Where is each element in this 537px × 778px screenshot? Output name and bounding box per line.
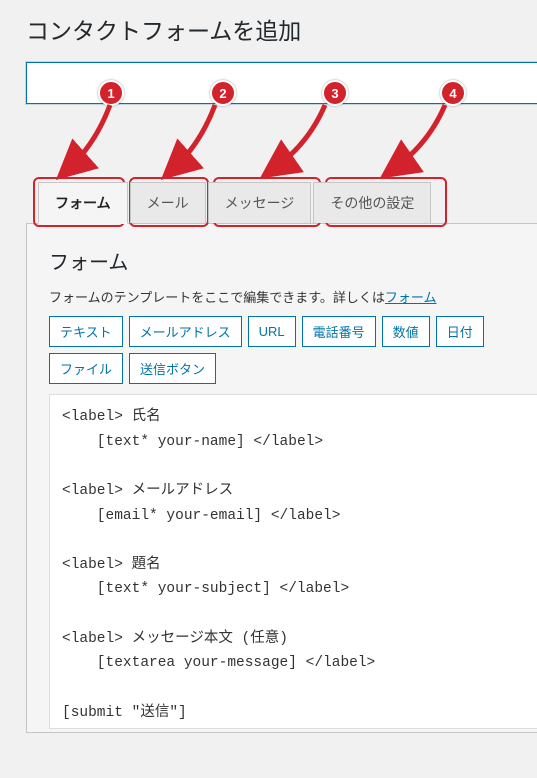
annotation-arrow-2 (160, 100, 230, 182)
panel-desc-link[interactable]: フォーム (385, 290, 437, 305)
panel-heading: フォーム (49, 246, 537, 275)
panel-form: フォーム フォームのテンプレートをここで編集できます。詳しくはフォーム テキスト… (26, 223, 537, 733)
tag-button-row: テキスト メールアドレス URL 電話番号 数値 日付 ファイル 送信ボタン (49, 316, 537, 384)
tab-mail[interactable]: メール (130, 182, 206, 223)
tag-date-button[interactable]: 日付 (436, 316, 484, 347)
tag-number-button[interactable]: 数値 (382, 316, 430, 347)
form-title-wrap (26, 62, 537, 104)
panel-description: フォームのテンプレートをここで編集できます。詳しくはフォーム (49, 287, 537, 306)
tag-url-button[interactable]: URL (248, 316, 296, 347)
tag-submit-button[interactable]: 送信ボタン (129, 353, 216, 384)
tag-email-button[interactable]: メールアドレス (129, 316, 242, 347)
panel-desc-text: フォームのテンプレートをここで編集できます。詳しくは (49, 290, 385, 305)
tab-bar: フォーム メール メッセージ その他の設定 (26, 182, 537, 223)
tab-other-settings[interactable]: その他の設定 (313, 182, 431, 223)
annotation-arrow-1 (55, 100, 125, 182)
annotation-arrow-4 (380, 100, 460, 182)
form-template-editor[interactable] (49, 394, 537, 729)
tab-messages[interactable]: メッセージ (208, 182, 312, 223)
tag-file-button[interactable]: ファイル (49, 353, 123, 384)
form-title-input[interactable] (29, 65, 535, 101)
tab-form[interactable]: フォーム (38, 182, 128, 224)
annotation-arrow-3 (260, 100, 340, 182)
page-title: コンタクトフォームを追加 (26, 12, 537, 46)
tag-tel-button[interactable]: 電話番号 (302, 316, 376, 347)
tag-text-button[interactable]: テキスト (49, 316, 123, 347)
